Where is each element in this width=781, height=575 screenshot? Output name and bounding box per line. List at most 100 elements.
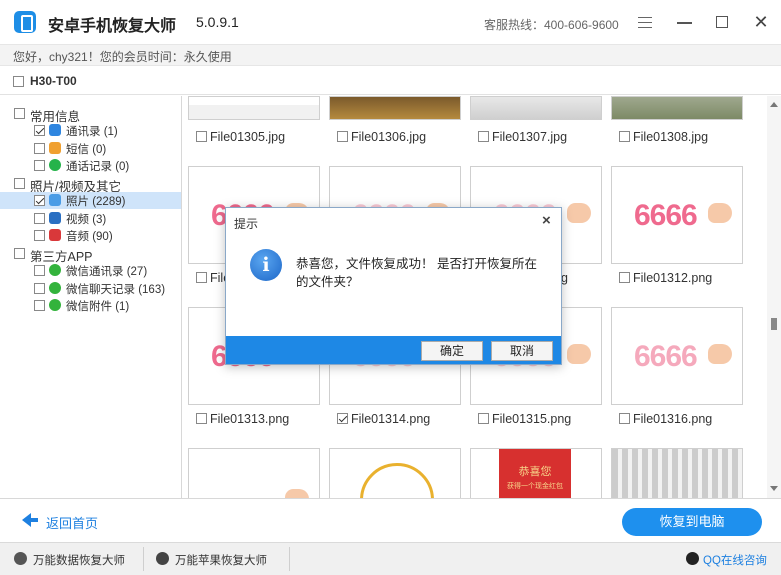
footer-link-label: QQ在线咨询 bbox=[703, 555, 767, 567]
footer-link-data-recovery[interactable]: 万能数据恢复大师 bbox=[0, 543, 143, 575]
sms-icon bbox=[49, 142, 61, 154]
file-thumbnail[interactable] bbox=[329, 96, 461, 120]
data-recovery-icon bbox=[14, 552, 27, 565]
close-icon[interactable]: ✕ bbox=[748, 10, 774, 34]
file-item[interactable]: File01305.jpg bbox=[196, 130, 285, 144]
footer-link-apple-recovery[interactable]: 万能苹果恢复大师 bbox=[144, 543, 289, 575]
file-item[interactable]: File01306.jpg bbox=[337, 130, 426, 144]
calls-checkbox[interactable] bbox=[34, 160, 45, 171]
sidebar-item-audio[interactable]: 音频 (90) bbox=[0, 227, 181, 244]
sidebar-item-contacts[interactable]: 通讯录 (1) bbox=[0, 122, 181, 139]
back-arrow-icon[interactable] bbox=[22, 513, 38, 527]
file-checkbox[interactable] bbox=[196, 131, 207, 142]
vertical-scrollbar[interactable] bbox=[767, 96, 781, 498]
file-checkbox[interactable] bbox=[478, 131, 489, 142]
file-thumbnail[interactable] bbox=[611, 96, 743, 120]
info-icon: i bbox=[250, 249, 282, 281]
sidebar-item-label: 短信 (0) bbox=[66, 144, 107, 156]
cancel-button[interactable]: 取消 bbox=[491, 341, 553, 361]
category-thirdparty[interactable]: 第三方APP bbox=[0, 245, 181, 264]
category-media-checkbox[interactable] bbox=[14, 178, 25, 189]
file-thumbnail[interactable] bbox=[611, 448, 743, 498]
file-thumbnail[interactable] bbox=[188, 448, 320, 498]
wechat-icon bbox=[49, 299, 61, 311]
scroll-thumb[interactable] bbox=[771, 318, 777, 330]
audio-icon bbox=[49, 229, 61, 241]
file-thumbnail[interactable] bbox=[470, 96, 602, 120]
file-name: File01313.png bbox=[210, 412, 290, 426]
hotline-text: 客服热线：400-606-9600 bbox=[484, 18, 619, 32]
sidebar-item-label: 照片 (2289) bbox=[66, 196, 126, 208]
sidebar-item-wechat-attach[interactable]: 微信附件 (1) bbox=[0, 297, 181, 314]
wechat-icon bbox=[49, 264, 61, 276]
file-checkbox[interactable] bbox=[478, 413, 489, 424]
member-info-bar: 您好，chy321！您的会员时间：永久使用 bbox=[0, 44, 781, 66]
sidebar-item-sms[interactable]: 短信 (0) bbox=[0, 140, 181, 157]
file-item[interactable]: File01308.jpg bbox=[619, 130, 708, 144]
contacts-checkbox[interactable] bbox=[34, 125, 45, 136]
scroll-down-icon[interactable] bbox=[770, 486, 778, 491]
category-common[interactable]: 常用信息 bbox=[0, 105, 181, 124]
dialog-message: 恭喜您，文件恢复成功！ 是否打开恢复所在的文件夹？ bbox=[296, 257, 537, 289]
videos-checkbox[interactable] bbox=[34, 213, 45, 224]
photos-checkbox[interactable] bbox=[34, 195, 45, 206]
file-item[interactable]: File01316.png bbox=[619, 412, 712, 426]
file-checkbox[interactable] bbox=[619, 131, 630, 142]
file-name: File01314.png bbox=[351, 412, 431, 426]
category-media[interactable]: 照片/视频及其它 bbox=[0, 175, 181, 194]
file-thumbnail[interactable]: 6666 bbox=[611, 166, 743, 264]
file-name: File01305.jpg bbox=[210, 130, 286, 144]
wechat-attach-checkbox[interactable] bbox=[34, 300, 45, 311]
file-name: File01312.png bbox=[633, 271, 713, 285]
dialog-title: 提示 bbox=[234, 217, 259, 231]
file-item[interactable]: File01312.png bbox=[619, 271, 712, 285]
category-common-checkbox[interactable] bbox=[14, 108, 25, 119]
file-checkbox[interactable] bbox=[196, 272, 207, 283]
file-thumbnail[interactable]: 6666 bbox=[611, 307, 743, 405]
file-item[interactable]: File01313.png bbox=[196, 412, 289, 426]
back-home-link[interactable]: 返回首页 bbox=[46, 513, 98, 532]
file-item[interactable]: File01314.png bbox=[337, 412, 430, 426]
minimize-icon[interactable] bbox=[672, 10, 698, 34]
sidebar-item-calls[interactable]: 通话记录 (0) bbox=[0, 157, 181, 174]
scroll-up-icon[interactable] bbox=[770, 102, 778, 107]
file-name: File01306.jpg bbox=[351, 130, 427, 144]
sidebar-item-wechat-contacts[interactable]: 微信通讯录 (27) bbox=[0, 262, 181, 279]
contacts-icon bbox=[49, 124, 61, 136]
file-checkbox[interactable] bbox=[196, 413, 207, 424]
maximize-icon[interactable] bbox=[709, 10, 735, 34]
sidebar-item-wechat-chats[interactable]: 微信聊天记录 (163) bbox=[0, 280, 181, 297]
file-thumbnail[interactable]: 恭喜您 获得一个现金红包 bbox=[470, 448, 602, 498]
member-info-text: 您好，chy321！您的会员时间：永久使用 bbox=[13, 50, 232, 64]
app-window: 安卓手机恢复大师 5.0.9.1 客服热线：400-606-9600 ✕ 您好，… bbox=[0, 0, 781, 575]
close-icon[interactable]: × bbox=[542, 212, 551, 229]
file-thumbnail[interactable] bbox=[188, 96, 320, 120]
recover-to-pc-button[interactable]: 恢复到电脑 bbox=[622, 508, 762, 536]
wechat-contacts-checkbox[interactable] bbox=[34, 265, 45, 276]
sidebar-item-videos[interactable]: 视频 (3) bbox=[0, 210, 181, 227]
category-thirdparty-checkbox[interactable] bbox=[14, 248, 25, 259]
thumbnail-text: 恭喜您 bbox=[518, 466, 552, 478]
sidebar-item-photos[interactable]: 照片 (2289) bbox=[0, 192, 181, 209]
device-name: H30-T00 bbox=[30, 74, 77, 88]
sms-checkbox[interactable] bbox=[34, 143, 45, 154]
file-checkbox[interactable] bbox=[337, 413, 348, 424]
file-checkbox[interactable] bbox=[337, 131, 348, 142]
file-checkbox[interactable] bbox=[619, 413, 630, 424]
menu-icon[interactable] bbox=[632, 10, 658, 34]
file-checkbox[interactable] bbox=[619, 272, 630, 283]
footer-link-qq[interactable]: QQ在线咨询 bbox=[686, 543, 778, 575]
app-logo-icon bbox=[14, 11, 36, 33]
wechat-chats-checkbox[interactable] bbox=[34, 283, 45, 294]
dialog-footer: 确定 取消 bbox=[226, 336, 561, 364]
sidebar-item-label: 微信通讯录 (27) bbox=[66, 266, 148, 278]
sidebar-item-label: 音频 (90) bbox=[66, 231, 113, 243]
photo-icon bbox=[49, 194, 61, 206]
device-checkbox[interactable] bbox=[13, 76, 24, 87]
file-item[interactable]: File01307.jpg bbox=[478, 130, 567, 144]
file-thumbnail[interactable] bbox=[329, 448, 461, 498]
sidebar-item-label: 微信聊天记录 (163) bbox=[66, 284, 166, 296]
ok-button[interactable]: 确定 bbox=[421, 341, 483, 361]
file-item[interactable]: File01315.png bbox=[478, 412, 571, 426]
audio-checkbox[interactable] bbox=[34, 230, 45, 241]
